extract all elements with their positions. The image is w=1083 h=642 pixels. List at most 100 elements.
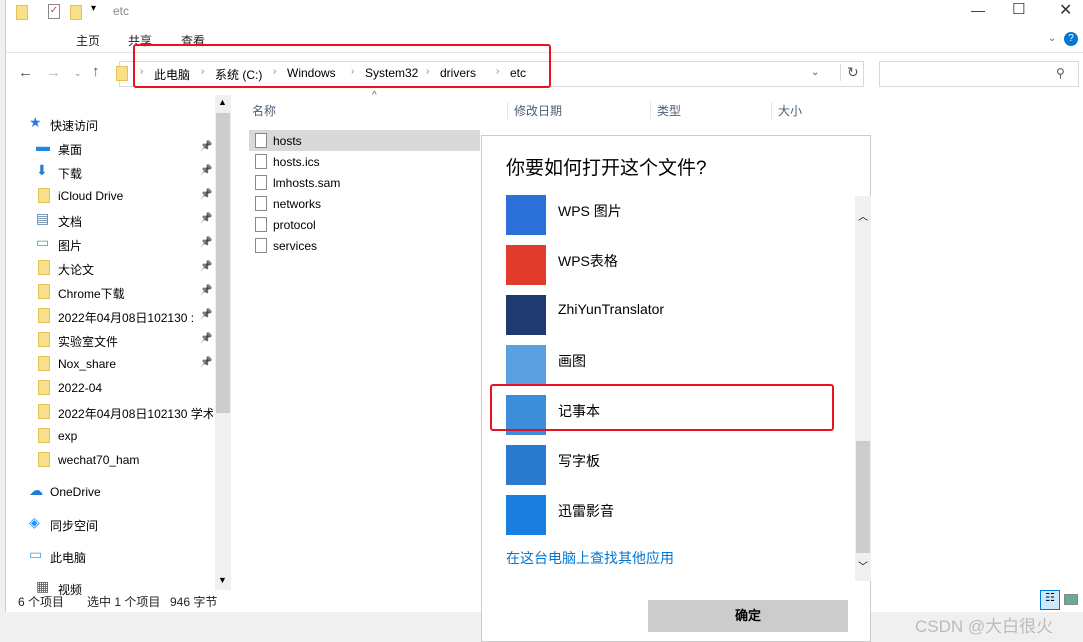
refresh-button[interactable]: ↻ <box>840 64 859 81</box>
sidebar-item[interactable]: 实验室文件 📌 <box>0 328 215 352</box>
sidebar-item[interactable]: iCloud Drive 📌 <box>0 184 215 208</box>
sidebar-item-label: 图片 <box>58 239 83 253</box>
sidebar-item[interactable]: wechat70_ham <box>0 448 215 472</box>
qat-dropdown-icon[interactable]: ▾ <box>91 3 96 14</box>
sidebar-item-label: iCloud Drive <box>58 189 124 203</box>
file-row[interactable]: networks <box>249 193 480 214</box>
status-size: 946 字节 <box>170 595 218 609</box>
sidebar-item-label: 快速访问 <box>50 119 99 133</box>
close-button[interactable]: ✕ <box>1059 0 1072 20</box>
sidebar-item-label: 下载 <box>58 167 83 181</box>
folder-icon <box>38 428 50 443</box>
sidebar-item[interactable]: Chrome下载 📌 <box>0 280 215 304</box>
file-row[interactable]: hosts.ics <box>249 151 480 172</box>
sidebar-item[interactable]: 2022年04月08日102130 学术 <box>0 400 215 424</box>
star-icon: ★ <box>29 114 42 130</box>
pin-icon[interactable]: 📌 <box>200 261 212 272</box>
file-row[interactable]: services <box>249 235 480 256</box>
sidebar-item-label: 同步空间 <box>50 519 99 533</box>
app-name: ZhiYunTranslator <box>558 301 665 317</box>
sidebar-item[interactable]: 2022-04 <box>0 376 215 400</box>
new-folder-icon[interactable] <box>70 5 82 20</box>
sidebar-item-label: OneDrive <box>50 485 101 499</box>
sidebar-item[interactable]: ▤ 文档 📌 <box>0 208 215 232</box>
app-option[interactable]: ZhiYunTranslator <box>506 295 836 337</box>
sidebar-item[interactable]: ▬ 桌面 📌 <box>0 136 215 160</box>
large-icons-view-button[interactable] <box>1064 594 1078 605</box>
file-icon <box>255 238 267 253</box>
app-option[interactable]: 写字板 <box>506 445 836 487</box>
scroll-down-icon[interactable]: ﹀ <box>858 558 868 573</box>
back-button[interactable]: ← <box>18 64 33 81</box>
sidebar-item[interactable]: ☁ OneDrive <box>0 480 215 504</box>
folder-icon <box>38 260 50 275</box>
scroll-up-icon[interactable]: ▲ <box>218 97 227 107</box>
folder-icon <box>116 66 128 81</box>
column-header-name[interactable]: 名称 <box>252 102 276 119</box>
pin-icon[interactable]: 📌 <box>200 285 212 296</box>
pin-icon[interactable]: 📌 <box>200 189 212 200</box>
help-icon[interactable]: ? <box>1064 32 1078 46</box>
column-header-type[interactable]: 类型 <box>650 102 681 119</box>
window-title: etc <box>113 4 130 18</box>
pin-icon[interactable]: 📌 <box>200 309 212 320</box>
sidebar-item[interactable]: exp <box>0 424 215 448</box>
scroll-up-icon[interactable]: ︿ <box>858 208 868 223</box>
recent-dropdown[interactable]: ⌄ <box>74 68 82 79</box>
file-name: protocol <box>273 218 316 232</box>
properties-icon[interactable]: ✓ <box>48 4 60 19</box>
up-button[interactable]: ↑ <box>92 63 100 80</box>
app-option[interactable]: WPS 图片 <box>506 195 836 237</box>
scrollbar-thumb[interactable] <box>856 441 870 553</box>
sidebar-item[interactable]: 大论文 📌 <box>0 256 215 280</box>
sidebar-item[interactable]: Nox_share 📌 <box>0 352 215 376</box>
file-row[interactable]: lmhosts.sam <box>249 172 480 193</box>
sidebar-item[interactable]: ⬇ 下载 📌 <box>0 160 215 184</box>
app-icon <box>506 445 546 485</box>
file-row[interactable]: protocol <box>249 214 480 235</box>
column-header-modified[interactable]: 修改日期 <box>507 102 562 119</box>
dialog-scrollbar[interactable]: ︿ ﹀ <box>855 196 871 581</box>
pin-icon[interactable]: 📌 <box>200 357 212 368</box>
address-dropdown-icon[interactable]: ⌄ <box>811 67 819 78</box>
app-icon <box>506 345 546 385</box>
app-name: WPS表格 <box>558 253 618 269</box>
sidebar-item[interactable]: ▭ 图片 📌 <box>0 232 215 256</box>
app-icon <box>506 295 546 335</box>
maximize-button[interactable]: ☐ <box>1012 0 1025 18</box>
pin-icon[interactable]: 📌 <box>200 165 212 176</box>
chevron-down-icon[interactable]: ⌄ <box>1048 33 1056 44</box>
sidebar-item[interactable]: ▭ 此电脑 <box>0 544 215 568</box>
sidebar-item-label: wechat70_ham <box>58 453 140 467</box>
forward-button[interactable]: → <box>46 64 61 81</box>
folder-icon <box>38 284 50 299</box>
scroll-down-icon[interactable]: ▼ <box>218 575 227 585</box>
app-icon <box>506 245 546 285</box>
folder-icon <box>38 380 50 395</box>
app-name: 迅雷影音 <box>558 503 614 519</box>
scrollbar-thumb[interactable] <box>216 113 230 413</box>
app-option[interactable]: 画图 <box>506 345 836 387</box>
file-name: hosts <box>273 134 302 148</box>
column-header-size[interactable]: 大小 <box>771 102 802 119</box>
find-other-apps-link[interactable]: 在这台电脑上查找其他应用 <box>506 548 674 568</box>
pin-icon[interactable]: 📌 <box>200 213 212 224</box>
app-option[interactable]: WPS表格 <box>506 245 836 287</box>
pin-icon[interactable]: 📌 <box>200 333 212 344</box>
tab-home[interactable]: 主页 <box>76 32 100 49</box>
minimize-button[interactable]: — <box>971 2 985 18</box>
sidebar-item[interactable]: 2022年04月08日102130 : 📌 <box>0 304 215 328</box>
details-view-button[interactable]: ☷ <box>1040 590 1060 610</box>
file-row[interactable]: hosts <box>249 130 480 151</box>
pin-icon[interactable]: 📌 <box>200 237 212 248</box>
app-option[interactable]: 迅雷影音 <box>506 495 836 537</box>
app-icon <box>506 495 546 535</box>
pin-icon[interactable]: 📌 <box>200 141 212 152</box>
search-input[interactable] <box>879 61 1079 87</box>
ok-button[interactable]: 确定 <box>648 600 848 632</box>
sidebar-item[interactable]: ◈ 同步空间 <box>0 512 215 536</box>
sidebar-scrollbar[interactable]: ▲ ▼ <box>215 95 231 590</box>
app-name: 画图 <box>558 353 586 369</box>
file-icon <box>255 196 267 211</box>
sidebar-item[interactable]: ★ 快速访问 <box>0 112 215 136</box>
